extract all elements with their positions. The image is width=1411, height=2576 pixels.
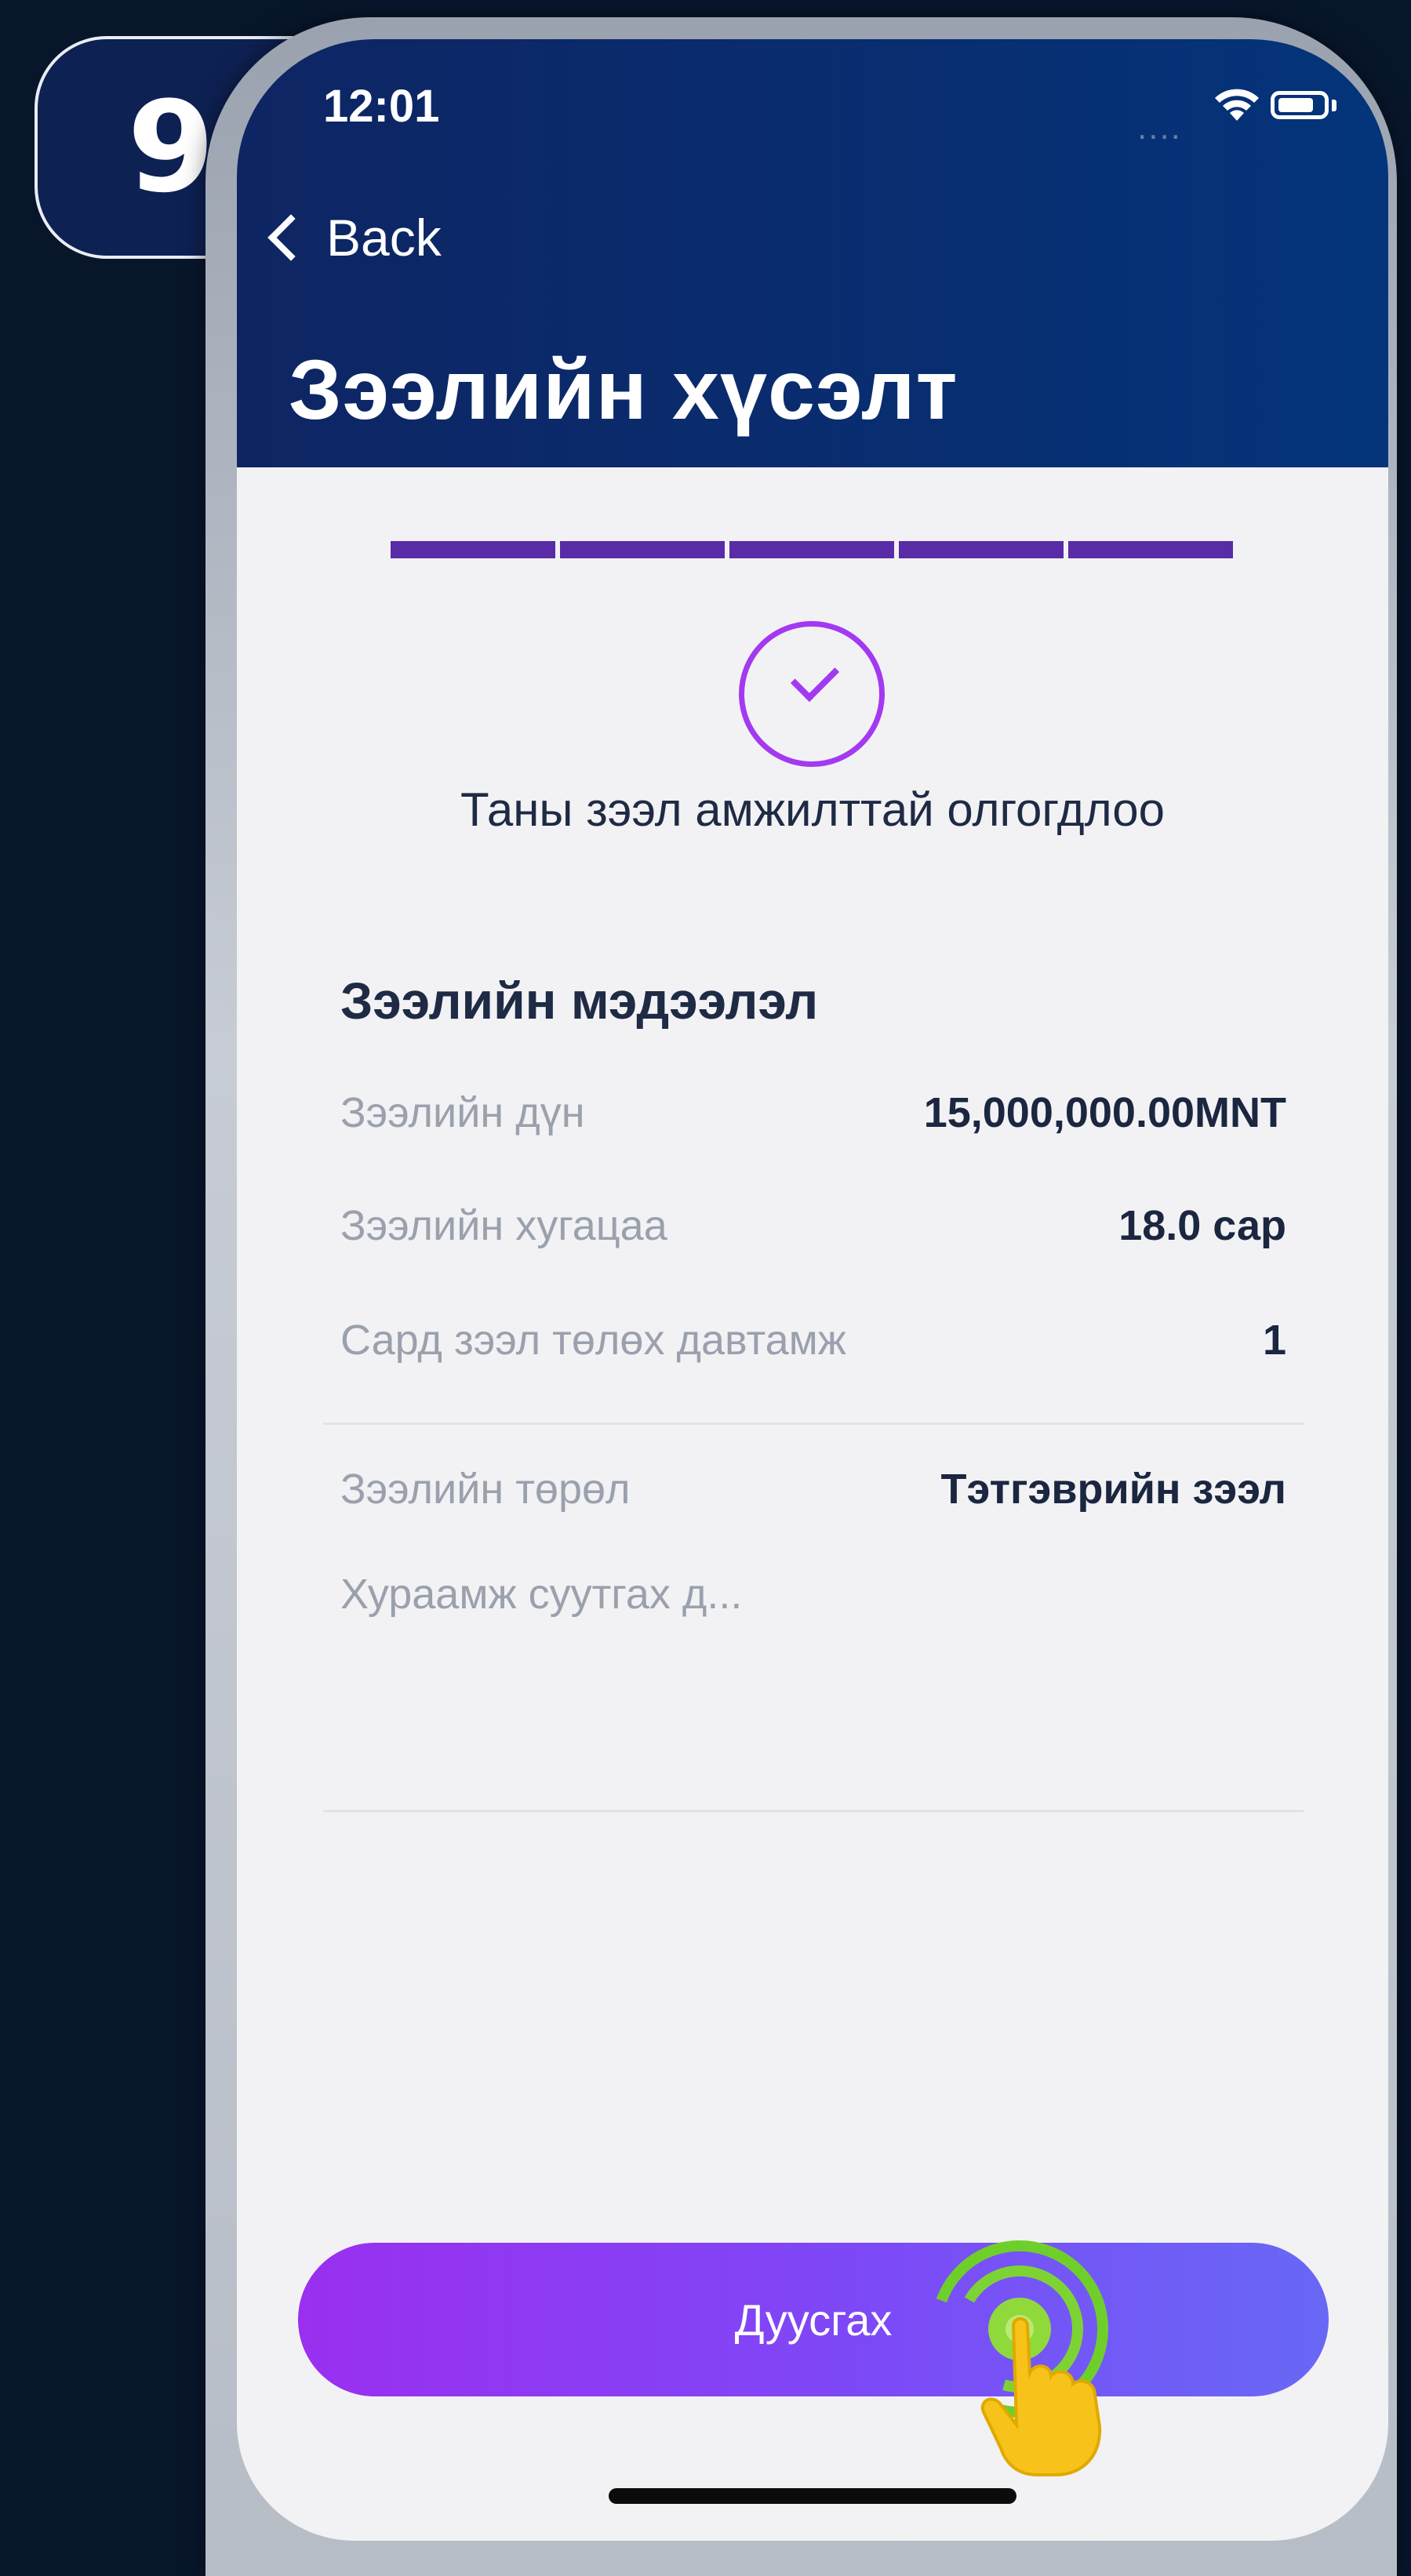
divider [323, 1810, 1304, 1812]
loan-amount-row: Зээлийн дүн 15,000,000.00MNT [340, 1088, 1286, 1137]
back-label: Back [326, 209, 442, 267]
progress-step-1 [391, 541, 555, 558]
check-circle-icon [739, 621, 885, 767]
loan-term-row: Зээлийн хугацаа 18.0 сар [340, 1201, 1286, 1250]
battery-icon [1271, 91, 1329, 119]
check-icon [790, 652, 840, 703]
row-label: Зээлийн дүн [340, 1089, 585, 1136]
phone-screen: 12:01 .... Back Зээлийн хүсэлт Таны зээл… [237, 39, 1388, 2541]
progress-step-2 [560, 541, 725, 558]
wifi-icon [1215, 89, 1259, 121]
progress-step-3 [729, 541, 894, 558]
progress-step-4 [899, 541, 1064, 558]
page-title: Зээлийн хүсэлт [289, 342, 958, 437]
success-message: Таны зээл амжилттай олгогдлоо [460, 783, 1166, 836]
row-label: Зээлийн хугацаа [340, 1202, 667, 1249]
row-label: Хураамж суутгах д... [340, 1571, 743, 1618]
signal-dots: .... [1137, 108, 1182, 147]
chevron-left-icon [267, 214, 315, 261]
progress-step-5 [1068, 541, 1233, 558]
divider [323, 1422, 1304, 1425]
back-button[interactable]: Back [260, 208, 442, 267]
tap-hand-icon [931, 2240, 1108, 2476]
loan-type-row: Зээлийн төрөл Тэтгэврийн зээл [340, 1465, 1286, 1513]
row-label: Сард зээл төлөх давтамж [340, 1317, 846, 1364]
payment-frequency-row: Сард зээл төлөх давтамж 1 [340, 1316, 1286, 1364]
battery-tip [1332, 100, 1336, 111]
row-value: 15,000,000.00MNT [923, 1089, 1286, 1136]
row-value: 1 [1262, 1317, 1286, 1364]
status-time: 12:01 [323, 81, 440, 132]
loan-info-title: Зээлийн мэдээлэл [340, 972, 819, 1030]
row-value: Тэтгэврийн зээл [940, 1466, 1287, 1513]
progress-bar [391, 541, 1233, 558]
fee-deduction-row: Хураамж суутгах д... [340, 1570, 1286, 1619]
app-header: 12:01 .... Back Зээлийн хүсэлт [237, 39, 1388, 467]
row-label: Зээлийн төрөл [340, 1466, 631, 1513]
row-value: 18.0 сар [1118, 1202, 1286, 1249]
